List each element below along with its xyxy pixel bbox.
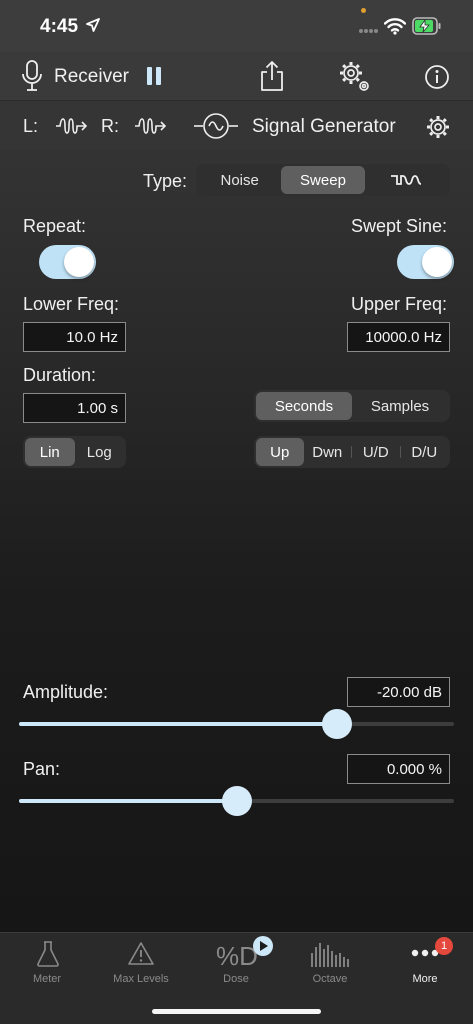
wifi-icon xyxy=(384,18,406,35)
left-channel-waveform-icon[interactable] xyxy=(55,116,89,136)
tab-more-label: More xyxy=(412,973,438,985)
scale-segmented-control: Lin Log xyxy=(23,436,126,468)
octave-bars-icon xyxy=(311,943,349,967)
location-arrow-icon xyxy=(86,18,100,32)
duration-label: Duration: xyxy=(23,365,97,385)
scale-option-log[interactable]: Log xyxy=(75,438,125,466)
signal-generator-label[interactable]: Signal Generator xyxy=(252,116,396,138)
status-time: 4:45 xyxy=(40,16,79,37)
tab-octave-label: Octave xyxy=(312,973,348,985)
tab-meter-label: Meter xyxy=(32,973,62,985)
repeat-toggle[interactable] xyxy=(39,245,96,279)
microphone-icon[interactable] xyxy=(21,60,43,92)
battery-charging-icon xyxy=(412,17,441,35)
left-channel-label: L: xyxy=(23,116,39,136)
amplitude-slider[interactable] xyxy=(19,709,454,739)
advanced-settings-gear-icon[interactable] xyxy=(338,60,372,94)
upper-freq-field[interactable]: 10000.0 Hz xyxy=(347,322,450,352)
type-segmented-control: Noise Sweep xyxy=(196,164,450,196)
more-badge: 1 xyxy=(435,937,453,955)
pan-slider-thumb[interactable] xyxy=(221,786,252,816)
direction-option-down[interactable]: Dwn xyxy=(304,438,352,466)
upper-freq-label: Upper Freq: xyxy=(350,294,447,314)
receiver-label[interactable]: Receiver xyxy=(54,66,129,88)
generator-settings-gear-icon[interactable] xyxy=(425,114,451,140)
duration-unit-segmented-control: Seconds Samples xyxy=(254,390,450,422)
svg-text:%D: %D xyxy=(216,941,258,969)
flask-icon xyxy=(37,941,59,967)
duration-unit-seconds[interactable]: Seconds xyxy=(256,392,352,420)
right-channel-waveform-icon[interactable] xyxy=(134,116,168,136)
repeat-toggle-knob xyxy=(64,247,94,277)
amplitude-slider-thumb[interactable] xyxy=(321,709,352,739)
pan-slider-fill xyxy=(19,799,237,803)
swept-sine-toggle-knob xyxy=(422,247,452,277)
direction-option-up-down[interactable]: U/D xyxy=(352,438,400,466)
direction-option-up[interactable]: Up xyxy=(256,438,304,466)
cellular-signal-icon xyxy=(359,29,378,33)
share-icon[interactable] xyxy=(259,60,285,92)
home-indicator[interactable] xyxy=(152,1009,321,1014)
lower-freq-label: Lower Freq: xyxy=(23,294,120,314)
pause-icon[interactable] xyxy=(145,66,163,86)
tab-dose[interactable]: %D Dose xyxy=(189,933,283,993)
pan-label: Pan: xyxy=(23,759,61,779)
right-channel-label: R: xyxy=(101,116,119,136)
lower-freq-field[interactable]: 10.0 Hz xyxy=(23,322,126,352)
tab-dose-label: Dose xyxy=(223,973,249,985)
signal-generator-screen: 4:45 Receiver L: R: Signal Generator Typ… xyxy=(0,0,473,1024)
tab-max-levels[interactable]: Max Levels xyxy=(94,933,188,993)
sine-wave-icon xyxy=(194,113,238,139)
type-option-sweep[interactable]: Sweep xyxy=(281,166,365,194)
swept-sine-label: Swept Sine: xyxy=(350,216,447,236)
generator-row: L: R: Signal Generator xyxy=(0,100,473,150)
pan-field[interactable]: 0.000 % xyxy=(347,754,450,784)
dose-icon: %D xyxy=(216,936,273,969)
swept-sine-toggle[interactable] xyxy=(397,245,454,279)
amplitude-slider-fill xyxy=(19,722,337,726)
status-bar: 4:45 xyxy=(0,0,473,52)
duration-field[interactable]: 1.00 s xyxy=(23,393,126,423)
type-label: Type: xyxy=(143,171,188,191)
type-option-noise[interactable]: Noise xyxy=(198,166,281,194)
repeat-label: Repeat: xyxy=(23,216,87,236)
tab-octave[interactable]: Octave xyxy=(283,933,377,993)
type-option-pulse[interactable] xyxy=(365,166,448,194)
tab-max-levels-label: Max Levels xyxy=(113,973,169,985)
mic-in-use-dot-icon xyxy=(361,8,366,13)
amplitude-label: Amplitude: xyxy=(23,682,109,702)
scale-option-lin[interactable]: Lin xyxy=(25,438,75,466)
amplitude-field[interactable]: -20.00 dB xyxy=(347,677,450,707)
info-icon[interactable] xyxy=(424,64,450,90)
tab-meter[interactable]: Meter xyxy=(0,933,94,993)
duration-unit-samples[interactable]: Samples xyxy=(352,392,448,420)
direction-segmented-control: Up Dwn U/D D/U xyxy=(254,436,450,468)
pan-slider[interactable] xyxy=(19,786,454,816)
more-dots-icon xyxy=(411,949,439,957)
toolbar-row: Receiver xyxy=(0,52,473,100)
pulse-wave-icon xyxy=(391,175,422,185)
direction-option-down-up[interactable]: D/U xyxy=(401,438,449,466)
warning-triangle-icon xyxy=(128,942,154,965)
tab-more[interactable]: 1 More xyxy=(378,933,472,993)
